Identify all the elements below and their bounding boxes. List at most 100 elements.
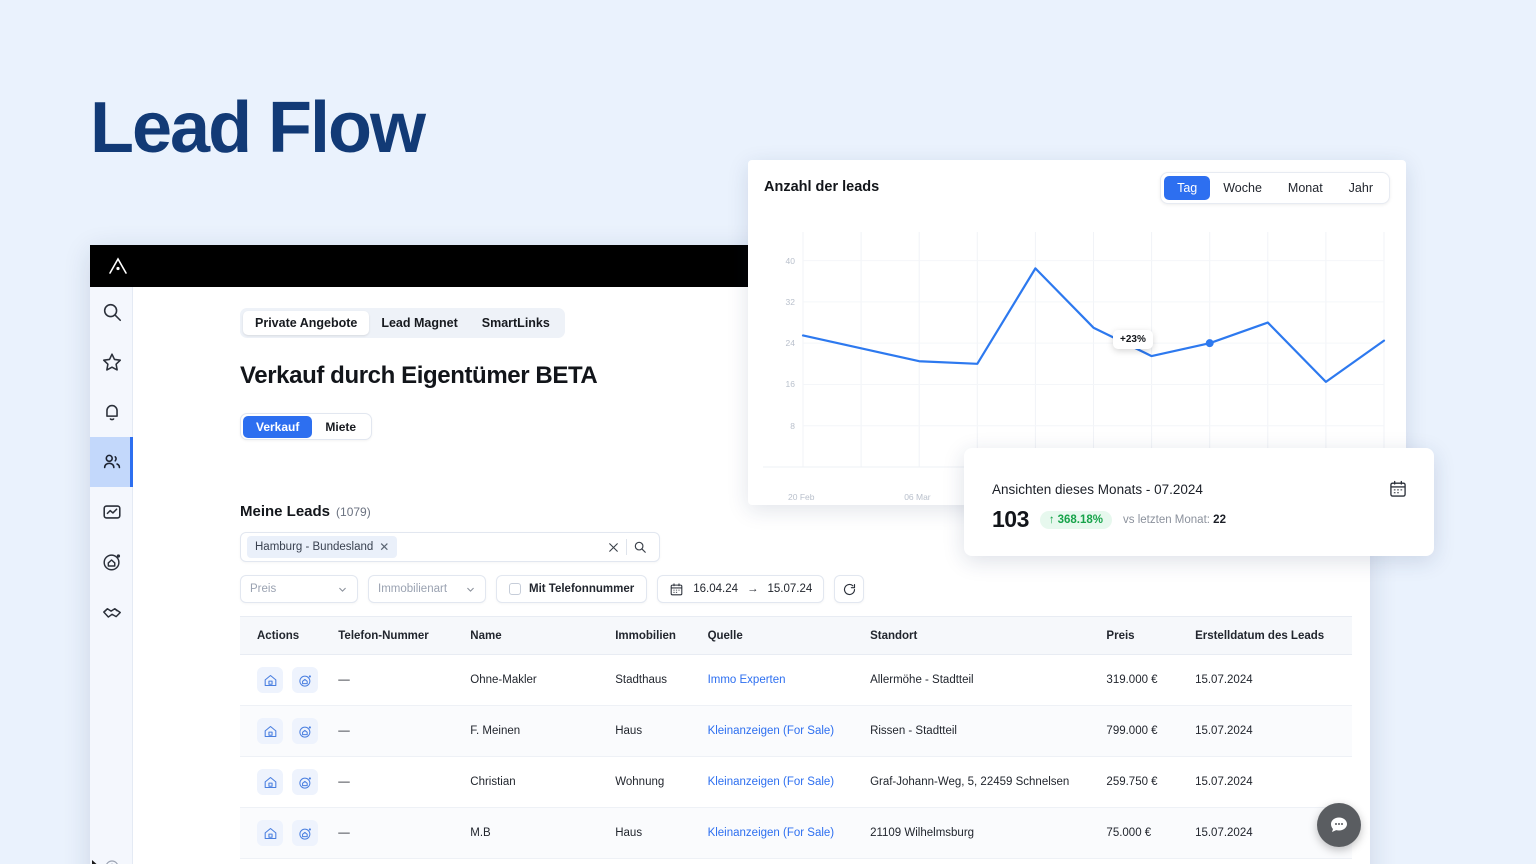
leads-label: Meine Leads — [240, 503, 330, 520]
calendar-icon[interactable] — [1388, 479, 1408, 499]
cell-standort: Allermöhe - Stadtteil — [870, 674, 1106, 686]
chart-range-tabs: Tag Woche Monat Jahr — [1160, 172, 1390, 204]
action-house-button[interactable] — [257, 769, 283, 795]
action-house-button[interactable] — [257, 820, 283, 846]
page-title: Lead Flow — [90, 92, 424, 164]
star-icon — [101, 351, 123, 373]
stat-compare: vs letzten Monat: 22 — [1123, 514, 1226, 526]
action-house-circle-button[interactable] — [292, 769, 318, 795]
range-tab-woche[interactable]: Woche — [1210, 176, 1275, 200]
action-house-circle-button[interactable] — [292, 820, 318, 846]
filter-bar: Preis Immobilienart Mit Telefonnummer 16… — [240, 575, 864, 603]
y-tick-label: 24 — [773, 338, 795, 348]
filter-chip-region[interactable]: Hamburg - Bundesland ✕ — [247, 536, 397, 558]
checkbox-box[interactable] — [509, 583, 521, 595]
trend-up-icon: ↑ — [1049, 514, 1055, 526]
house-circle-icon — [298, 775, 313, 790]
date-range-picker[interactable]: 16.04.24 → 15.07.24 — [657, 575, 824, 603]
col-erstelldatum: Erstelldatum des Leads — [1195, 630, 1352, 642]
price-select-label: Preis — [250, 583, 276, 595]
stat-badge-pct: 368.18% — [1058, 514, 1103, 526]
row-actions — [240, 667, 338, 693]
y-tick-label: 8 — [773, 421, 795, 431]
close-icon — [607, 541, 620, 554]
range-tab-monat[interactable]: Monat — [1275, 176, 1336, 200]
refresh-button[interactable] — [834, 575, 864, 603]
tab-lead-magnet[interactable]: Lead Magnet — [369, 311, 469, 335]
cell-name: F. Meinen — [470, 725, 615, 737]
table-row[interactable]: —ChristianWohnungKleinanzeigen (For Sale… — [240, 757, 1352, 808]
house-circle-icon — [298, 673, 313, 688]
house-icon — [263, 673, 278, 688]
cell-preis: 75.000 € — [1106, 827, 1195, 839]
tab-smartlinks[interactable]: SmartLinks — [470, 311, 562, 335]
cell-quelle-link[interactable]: Kleinanzeigen (For Sale) — [708, 725, 871, 737]
chart-image-icon — [101, 501, 123, 523]
sidebar-item-deals[interactable] — [90, 587, 133, 637]
leads-table: Actions Telefon-Nummer Name Immobilien Q… — [240, 616, 1352, 864]
search-button[interactable] — [627, 534, 653, 560]
sidebar-item-leads[interactable] — [90, 437, 133, 487]
sidebar-item-analytics[interactable] — [90, 487, 133, 537]
x-tick-label: 20 Feb — [788, 492, 814, 502]
chat-button[interactable] — [1317, 803, 1361, 847]
cell-quelle-link[interactable]: Kleinanzeigen (For Sale) — [708, 776, 871, 788]
phone-checkbox-label: Mit Telefonnummer — [529, 583, 634, 595]
clear-search-button[interactable] — [600, 534, 626, 560]
cell-preis: 319.000 € — [1106, 674, 1195, 686]
cell-preis: 799.000 € — [1106, 725, 1195, 737]
col-standort: Standort — [870, 630, 1106, 642]
sidebar-item-search[interactable] — [90, 287, 133, 337]
col-quelle: Quelle — [708, 630, 871, 642]
chart-tooltip: +23% — [1113, 330, 1153, 349]
cell-name: Ohne-Makler — [470, 674, 615, 686]
phone-checkbox[interactable]: Mit Telefonnummer — [496, 575, 647, 603]
tab-private-angebote[interactable]: Private Angebote — [243, 311, 369, 335]
sidebar-item-properties[interactable] — [90, 537, 133, 587]
range-tab-jahr[interactable]: Jahr — [1336, 176, 1386, 200]
y-tick-label: 40 — [773, 256, 795, 266]
search-bar[interactable]: Hamburg - Bundesland ✕ — [240, 532, 660, 562]
home-circle-icon — [101, 551, 123, 573]
filter-chip-label: Hamburg - Bundesland — [255, 541, 373, 553]
cell-quelle-link[interactable]: Immo Experten — [708, 674, 871, 686]
action-house-circle-button[interactable] — [292, 718, 318, 744]
cell-immobilien: Haus — [615, 725, 707, 737]
range-tab-tag[interactable]: Tag — [1164, 176, 1210, 200]
action-house-button[interactable] — [257, 667, 283, 693]
table-row[interactable]: —F. MeinenHausKleinanzeigen (For Sale)Ri… — [240, 706, 1352, 757]
bell-icon — [101, 401, 123, 423]
cell-immobilien: Wohnung — [615, 776, 707, 788]
price-select[interactable]: Preis — [240, 575, 358, 603]
house-icon — [263, 724, 278, 739]
chip-remove-icon[interactable]: ✕ — [379, 540, 389, 554]
col-phone: Telefon-Nummer — [338, 630, 470, 642]
leads-heading: Meine Leads (1079) — [240, 503, 371, 520]
search-icon — [101, 301, 123, 323]
table-row[interactable]: —M.BHausKleinanzeigen (For Sale)21109 Wi… — [240, 808, 1352, 859]
action-house-circle-button[interactable] — [292, 667, 318, 693]
date-to: 15.07.24 — [767, 583, 812, 595]
row-actions — [240, 820, 338, 846]
toggle-verkauf[interactable]: Verkauf — [243, 416, 312, 438]
action-house-button[interactable] — [257, 718, 283, 744]
toggle-miete[interactable]: Miete — [312, 416, 369, 438]
sale-rent-toggle: Verkauf Miete — [240, 413, 372, 440]
cell-phone: — — [338, 827, 470, 839]
sidebar-item-notifications[interactable] — [90, 387, 133, 437]
leads-count: (1079) — [336, 505, 371, 519]
sidebar-item-favorites[interactable] — [90, 337, 133, 387]
table-row[interactable]: —Ohne-MaklerStadthausImmo ExpertenAllerm… — [240, 655, 1352, 706]
row-actions — [240, 718, 338, 744]
sidebar-info[interactable] — [90, 859, 133, 864]
cell-preis: 259.750 € — [1106, 776, 1195, 788]
screenshot-root: Lead Flow — [0, 0, 1536, 864]
mouse-cursor-icon — [91, 859, 103, 864]
cell-phone: — — [338, 776, 470, 788]
property-type-select[interactable]: Immobilienart — [368, 575, 486, 603]
stat-value: 103 — [992, 506, 1029, 533]
table-row[interactable]: —jörnWohnungKleinanzeigen (For Sale)2208… — [240, 859, 1352, 864]
cell-immobilien: Stadthaus — [615, 674, 707, 686]
cell-quelle-link[interactable]: Kleinanzeigen (For Sale) — [708, 827, 871, 839]
cell-phone: — — [338, 725, 470, 737]
